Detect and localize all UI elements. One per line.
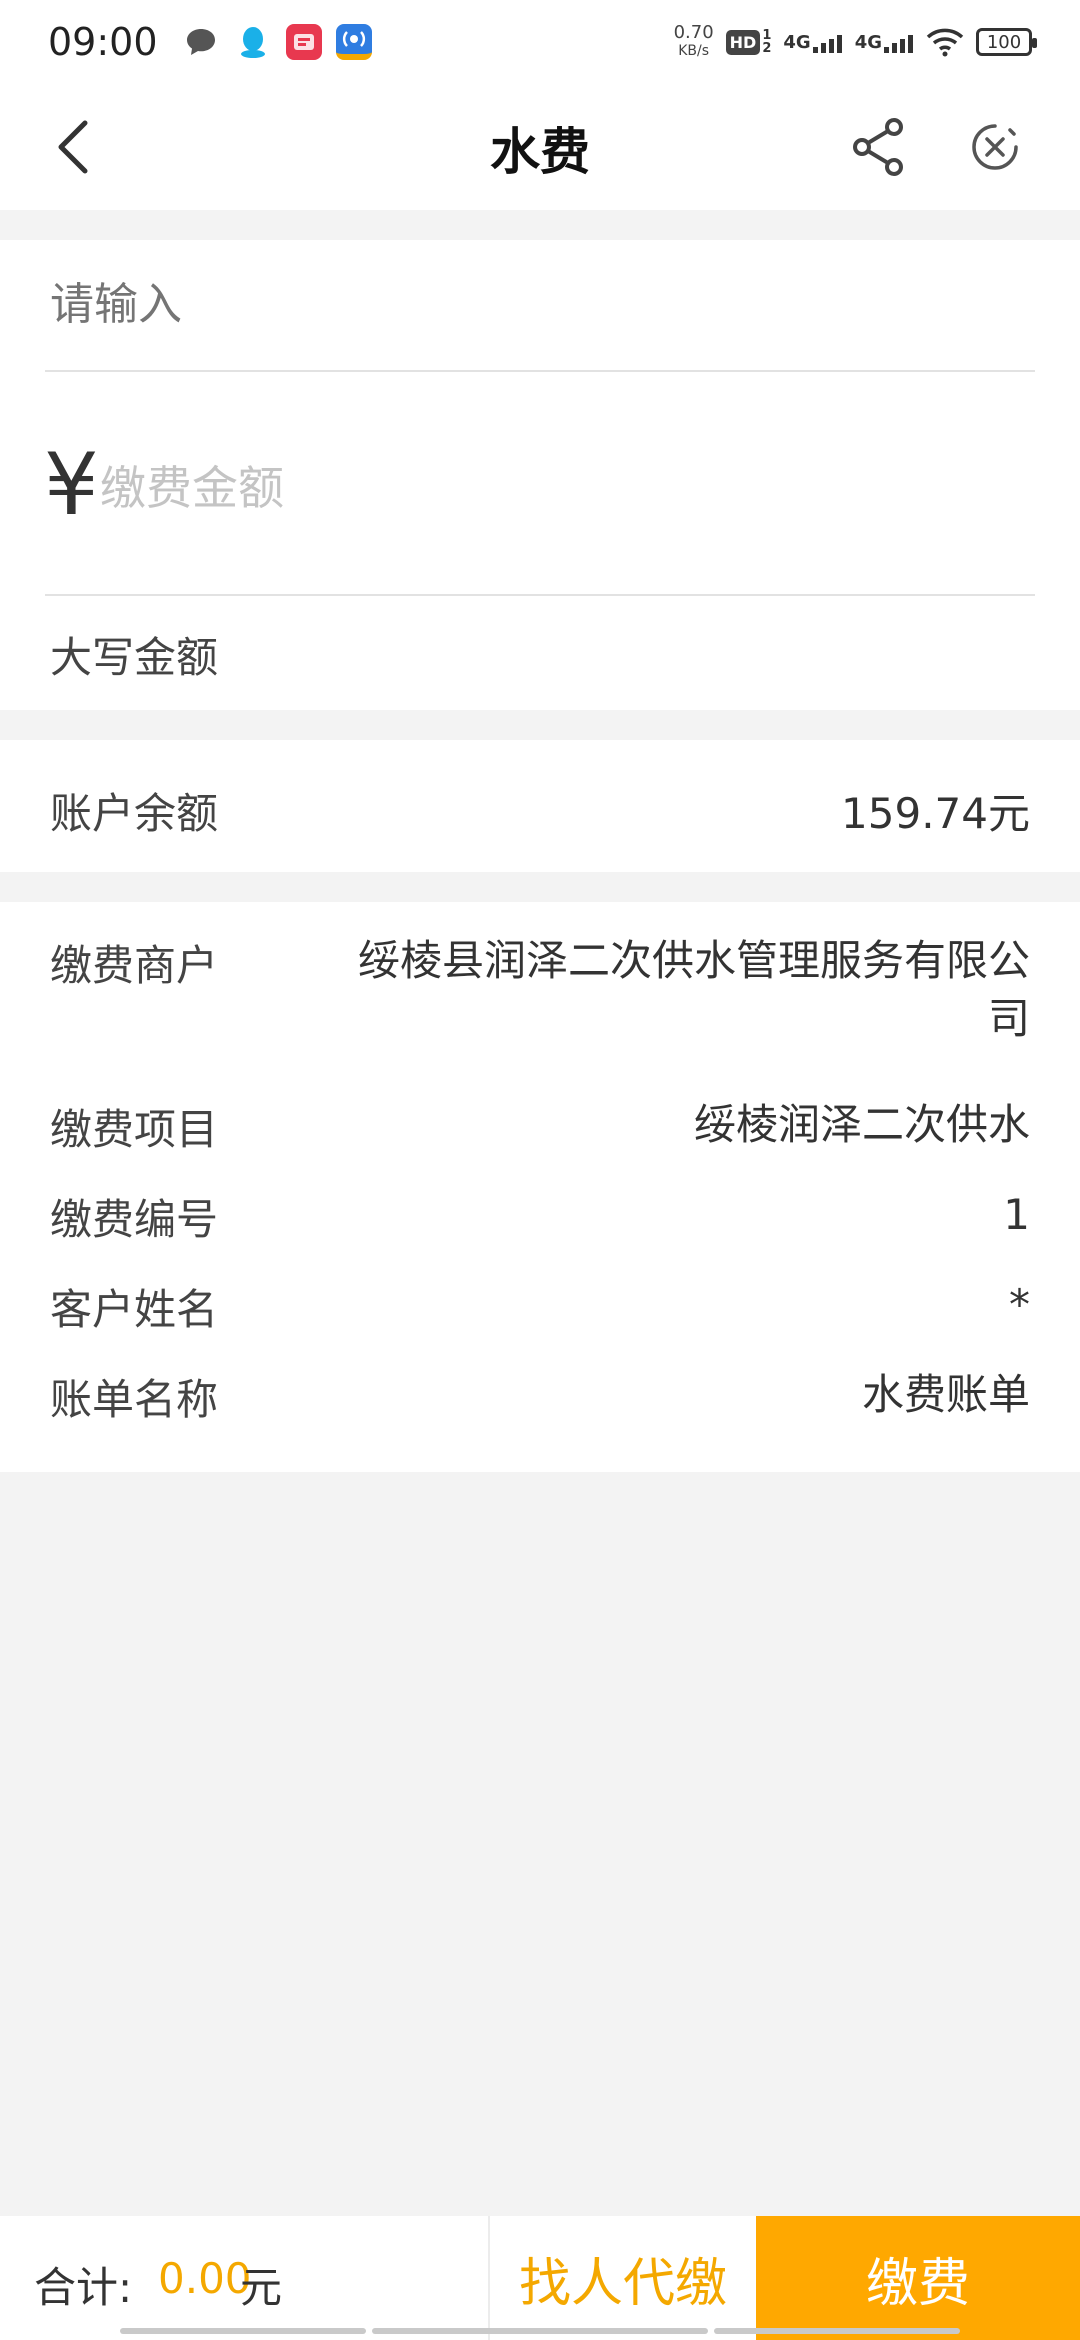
status-bar: 09:00 0.70 KB/s HD 12 4G 4G 100 <box>0 0 1080 84</box>
wifi-icon <box>926 23 964 61</box>
net-speed-value: 0.70 <box>673 22 714 43</box>
total-label: 合计: <box>34 2263 133 2312</box>
item-label: 缴费项目 <box>50 1105 219 1154</box>
total-unit: 元 <box>240 2263 283 2312</box>
gesture-hint-bar <box>120 2328 366 2334</box>
account-input[interactable] <box>50 276 1030 332</box>
gesture-hint-bar <box>714 2328 960 2334</box>
item-value: 绥棱润泽二次供水 <box>693 1100 1030 1149</box>
amount-input[interactable] <box>100 458 980 518</box>
customer-value: * <box>1009 1280 1030 1329</box>
battery-indicator: 100 <box>976 28 1037 56</box>
balance-section: 账户余额 159.74元 <box>0 740 1080 872</box>
merchant-row: 缴费商户 绥棱县润泽二次供水管理服务有限公司 <box>50 932 1030 1052</box>
customer-row: 客户姓名 * <box>50 1276 1030 1336</box>
proxy-pay-button[interactable]: 找人代缴 <box>488 2216 756 2340</box>
sim2-signal-icon: 4G <box>855 32 914 53</box>
pay-button[interactable]: 缴费 <box>756 2216 1080 2340</box>
sim-digit-two: 2 <box>762 41 772 56</box>
status-time: 09:00 <box>48 20 158 64</box>
page-title: 水费 <box>490 123 590 181</box>
divider <box>45 594 1035 596</box>
payment-input-section: ¥ 大写金额 <box>0 240 1080 710</box>
app-signal-icon <box>335 24 372 60</box>
qq-icon <box>234 23 272 61</box>
gesture-hint-bar <box>372 2328 708 2334</box>
balance-value: 159.74元 <box>841 789 1030 838</box>
hd-icon: HD 12 <box>725 29 771 55</box>
number-value: 1 <box>1003 1190 1030 1239</box>
uppercase-amount-label: 大写金额 <box>50 633 219 682</box>
status-right: 0.70 KB/s HD 12 4G 4G 100 <box>674 23 1037 61</box>
currency-symbol: ¥ <box>44 435 99 535</box>
customer-label: 客户姓名 <box>50 1285 219 1334</box>
merchant-label: 缴费商户 <box>50 941 219 990</box>
net-speed: 0.70 KB/s <box>674 24 714 60</box>
status-left: 09:00 <box>48 20 372 64</box>
number-row: 缴费编号 1 <box>50 1186 1030 1246</box>
bill-label: 账单名称 <box>50 1375 219 1424</box>
bill-value: 水费账单 <box>861 1370 1030 1419</box>
water-fee-screen: 09:00 0.70 KB/s HD 12 4G 4G 100 水费 请输入 ¥… <box>0 0 1080 2340</box>
net-speed-unit: KB/s <box>678 43 710 59</box>
total-amount: 0.00 <box>158 2254 252 2303</box>
hd-label: HD <box>725 29 761 55</box>
close-circle-icon <box>972 124 1018 170</box>
share-button[interactable] <box>846 114 912 180</box>
item-row: 缴费项目 绥棱润泽二次供水 <box>50 1096 1030 1156</box>
sim1-label: 4G <box>783 31 811 53</box>
merchant-value: 绥棱县润泽二次供水管理服务有限公司 <box>357 936 1030 1043</box>
app-badge-icon <box>285 24 322 60</box>
sim2-label: 4G <box>854 31 882 53</box>
bill-row: 账单名称 水费账单 <box>50 1366 1030 1426</box>
balance-label: 账户余额 <box>50 789 219 838</box>
header-bar: 水费 <box>0 84 1080 210</box>
hd-sim-digits: 12 <box>762 29 771 55</box>
number-label: 缴费编号 <box>50 1195 219 1244</box>
sim1-signal-icon: 4G <box>783 32 842 53</box>
divider <box>45 370 1035 372</box>
share-icon <box>853 118 903 176</box>
message-icon <box>182 23 220 61</box>
close-button[interactable] <box>962 114 1028 180</box>
bottom-action-bar: 合计: 0.00 元 找人代缴 缴费 <box>0 2216 1080 2340</box>
bill-details-section: 缴费商户 绥棱县润泽二次供水管理服务有限公司 缴费项目 绥棱润泽二次供水 缴费编… <box>0 902 1080 1472</box>
